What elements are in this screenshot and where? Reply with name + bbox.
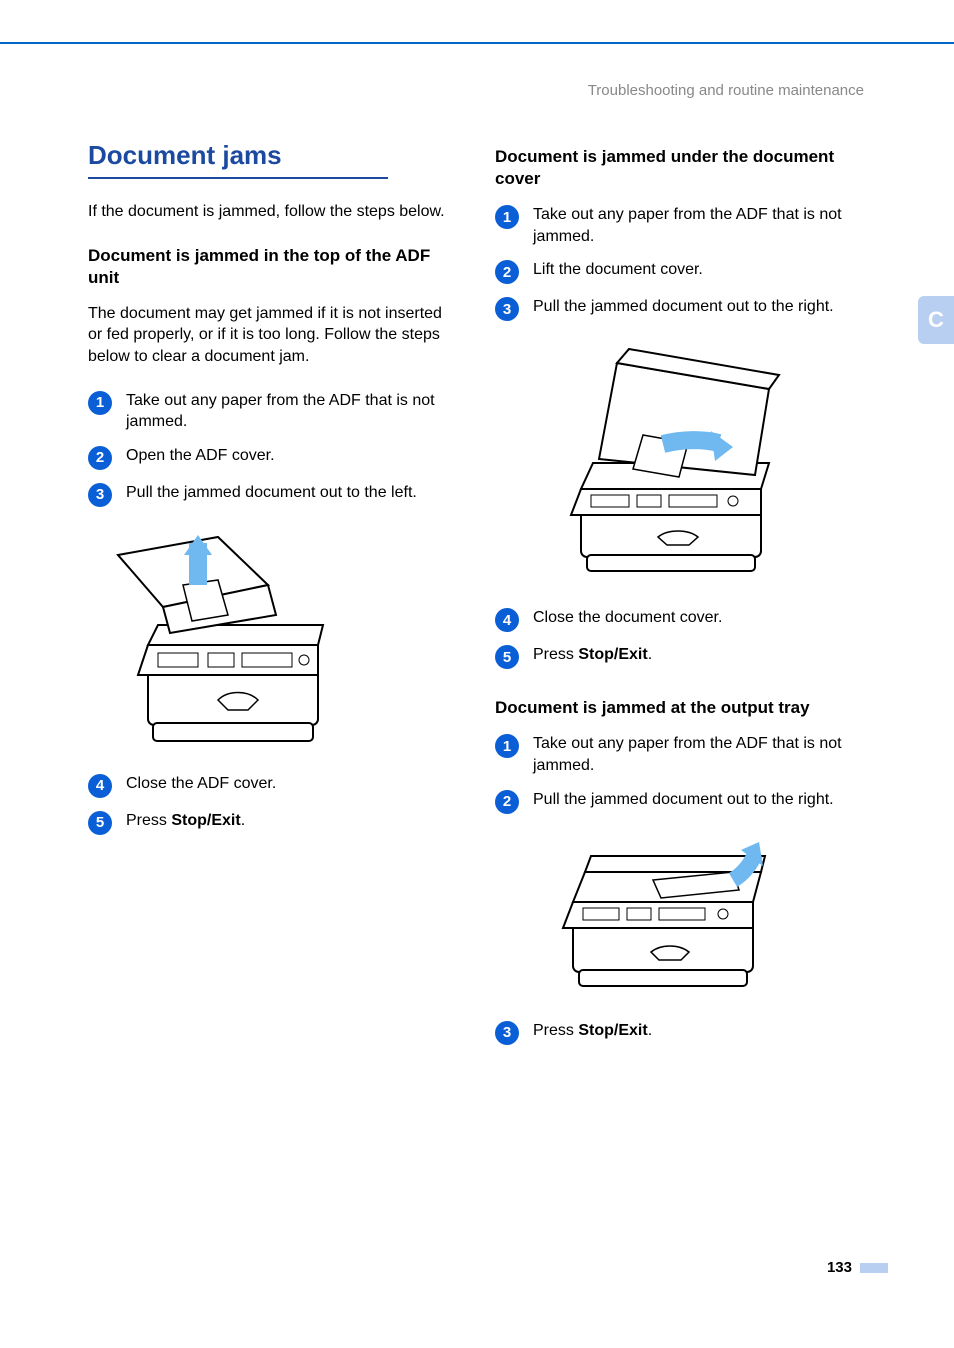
step-item: 2 Open the ADF cover. <box>88 445 459 470</box>
illustration-adf-open <box>88 525 459 755</box>
step-text: Close the document cover. <box>533 607 866 629</box>
step-number-icon: 3 <box>88 483 112 507</box>
step-text: Press Stop/Exit. <box>126 810 459 832</box>
section-tab: C <box>918 296 954 344</box>
step-item: 3 Pull the jammed document out to the le… <box>88 482 459 507</box>
step-number-icon: 2 <box>495 260 519 284</box>
stop-exit-label: Stop/Exit <box>578 646 647 663</box>
step-text: Pull the jammed document out to the left… <box>126 482 459 504</box>
step-item: 5 Press Stop/Exit. <box>495 644 866 669</box>
right-column: Document is jammed under the document co… <box>495 140 866 1057</box>
step-text: Take out any paper from the ADF that is … <box>126 390 459 433</box>
step-number-icon: 4 <box>495 608 519 632</box>
step-number-icon: 5 <box>88 811 112 835</box>
page-number: 133 <box>827 1259 888 1276</box>
main-heading: Document jams <box>88 140 459 171</box>
step-item: 2 Lift the document cover. <box>495 259 866 284</box>
step-item: 1 Take out any paper from the ADF that i… <box>495 733 866 776</box>
step-item: 2 Pull the jammed document out to the ri… <box>495 789 866 814</box>
step-item: 5 Press Stop/Exit. <box>88 810 459 835</box>
step-text: Press Stop/Exit. <box>533 1020 866 1042</box>
step-number-icon: 3 <box>495 1021 519 1045</box>
page-number-text: 133 <box>827 1259 852 1276</box>
press-prefix: Press <box>533 1022 578 1039</box>
step-number-icon: 1 <box>88 391 112 415</box>
step-number-icon: 2 <box>88 446 112 470</box>
step-item: 1 Take out any paper from the ADF that i… <box>495 204 866 247</box>
sub-heading-adf-top: Document is jammed in the top of the ADF… <box>88 245 459 289</box>
heading-rule <box>88 177 388 179</box>
step-text: Lift the document cover. <box>533 259 866 281</box>
step-text: Close the ADF cover. <box>126 773 459 795</box>
intro-text: If the document is jammed, follow the st… <box>88 201 459 223</box>
sub-heading-output-tray: Document is jammed at the output tray <box>495 697 866 719</box>
step-number-icon: 3 <box>495 297 519 321</box>
step-item: 3 Press Stop/Exit. <box>495 1020 866 1045</box>
step-text: Pull the jammed document out to the righ… <box>533 789 866 811</box>
press-prefix: Press <box>126 812 171 829</box>
running-header: Troubleshooting and routine maintenance <box>0 82 864 99</box>
illustration-output-tray <box>533 832 866 1002</box>
step-text: Take out any paper from the ADF that is … <box>533 733 866 776</box>
step-number-icon: 2 <box>495 790 519 814</box>
step-item: 3 Pull the jammed document out to the ri… <box>495 296 866 321</box>
step-number-icon: 4 <box>88 774 112 798</box>
top-rule <box>0 42 954 44</box>
press-suffix: . <box>648 646 652 663</box>
left-column: Document jams If the document is jammed,… <box>88 140 459 1057</box>
press-suffix: . <box>241 812 245 829</box>
step-item: 1 Take out any paper from the ADF that i… <box>88 390 459 433</box>
step-item: 4 Close the document cover. <box>495 607 866 632</box>
step-number-icon: 1 <box>495 734 519 758</box>
step-number-icon: 5 <box>495 645 519 669</box>
illustration-doc-cover-open <box>533 339 866 589</box>
step-text: Pull the jammed document out to the righ… <box>533 296 866 318</box>
step-text: Open the ADF cover. <box>126 445 459 467</box>
stop-exit-label: Stop/Exit <box>578 1022 647 1039</box>
step-text: Take out any paper from the ADF that is … <box>533 204 866 247</box>
press-prefix: Press <box>533 646 578 663</box>
section-intro: The document may get jammed if it is not… <box>88 303 459 368</box>
sub-heading-doc-cover: Document is jammed under the document co… <box>495 146 866 190</box>
stop-exit-label: Stop/Exit <box>171 812 240 829</box>
press-suffix: . <box>648 1022 652 1039</box>
step-text: Press Stop/Exit. <box>533 644 866 666</box>
step-item: 4 Close the ADF cover. <box>88 773 459 798</box>
step-number-icon: 1 <box>495 205 519 229</box>
page-number-bar <box>860 1263 888 1273</box>
